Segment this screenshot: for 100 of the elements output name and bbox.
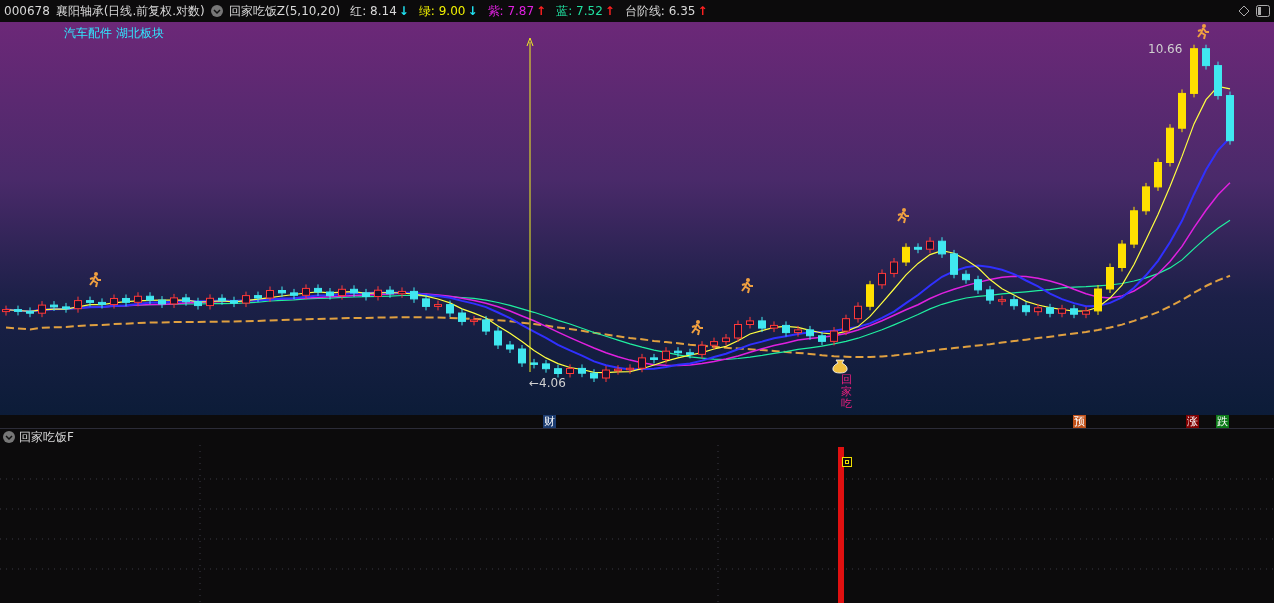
candlestick	[662, 346, 670, 364]
candlestick	[866, 280, 874, 311]
candlestick	[1034, 303, 1042, 317]
candlestick	[410, 286, 418, 304]
candlestick	[134, 291, 142, 307]
candlestick	[62, 302, 70, 314]
indicator-name: 回家吃饭Z(5,10,20)	[228, 2, 341, 20]
stock-title: 襄阳轴承(日线.前复权.对数)	[55, 2, 205, 20]
candlestick	[698, 340, 706, 359]
running-person-icon	[1197, 24, 1210, 40]
candlestick	[902, 242, 910, 267]
candlestick	[758, 316, 766, 333]
candlestick	[86, 296, 94, 307]
trend-arrow: ↓	[398, 4, 409, 18]
candlestick	[518, 344, 526, 368]
stock-code: 000678	[4, 4, 50, 18]
candlestick	[878, 268, 886, 290]
candlestick	[986, 285, 994, 305]
trend-arrow: ↑	[604, 4, 615, 18]
signal-marker: 涨	[1186, 415, 1199, 428]
candlestick	[710, 337, 718, 350]
candlestick	[122, 294, 130, 307]
trend-arrow: ↑	[697, 4, 708, 18]
candlestick	[926, 236, 934, 254]
running-person-icon	[897, 208, 910, 224]
candlestick	[254, 291, 262, 303]
candlestick	[446, 300, 454, 318]
candlestick	[1046, 303, 1054, 318]
candlestick	[542, 359, 550, 374]
candlestick	[230, 296, 238, 308]
candlestick	[1202, 44, 1210, 71]
candlestick	[590, 368, 598, 383]
candlestick	[854, 301, 862, 324]
candlestick	[602, 365, 610, 383]
candlestick	[302, 283, 310, 300]
panel-title: 回家吃饭F	[19, 428, 74, 446]
candlestick	[998, 295, 1006, 306]
indicator-value: 蓝: 7.52	[556, 2, 603, 20]
candlestick	[242, 291, 250, 308]
candlestick	[770, 320, 778, 333]
candlestick	[386, 285, 394, 299]
candlestick	[626, 363, 634, 375]
candlestick	[1082, 306, 1090, 319]
candlestick	[350, 284, 358, 298]
indicator-value: 紫: 7.87	[487, 2, 535, 20]
candlestick	[1022, 301, 1030, 317]
running-person-icon	[691, 320, 704, 336]
running-person-icon	[741, 278, 754, 294]
candlestick	[1214, 61, 1222, 101]
candlestick	[1130, 206, 1138, 249]
square-marker-icon	[842, 457, 852, 467]
candlestick	[50, 300, 58, 312]
running-person-icon	[89, 272, 102, 288]
candlestick	[194, 297, 202, 311]
indicator-value: 红: 8.14	[350, 2, 397, 20]
candlestick	[914, 242, 922, 254]
candlestick	[962, 269, 970, 285]
chevron-icon[interactable]	[3, 431, 15, 443]
candlestick	[842, 314, 850, 336]
candlestick	[2, 305, 10, 317]
low-price-label: ←4.06	[529, 376, 566, 390]
high-price-label: 10.66	[1148, 42, 1183, 56]
candlestick	[266, 286, 274, 303]
candlestick	[974, 275, 982, 295]
candlestick	[674, 346, 682, 358]
panel-toggle-icon[interactable]	[1256, 5, 1270, 17]
candlestick	[362, 288, 370, 301]
candlestick	[806, 325, 814, 341]
signal-marker: 跌	[1216, 415, 1229, 428]
candlestick	[398, 286, 406, 299]
candlestick	[158, 295, 166, 309]
indicator-value: 台阶线: 6.35	[624, 2, 696, 20]
chevron-icon[interactable]	[210, 5, 223, 17]
candlestick	[746, 316, 754, 329]
candlestick	[566, 363, 574, 378]
candlestick	[458, 308, 466, 326]
candlestick	[1106, 263, 1114, 294]
diamond-icon[interactable]	[1238, 5, 1250, 17]
trend-arrow: ↓	[467, 4, 478, 18]
candlestick	[146, 291, 154, 305]
candlestick	[1010, 295, 1018, 311]
candlestick	[890, 257, 898, 278]
candlestick	[374, 285, 382, 301]
candlestick	[830, 326, 838, 346]
candlestick	[530, 358, 538, 369]
candlestick	[290, 288, 298, 300]
candlestick	[1154, 158, 1162, 192]
candlestick	[818, 331, 826, 346]
candlestick	[470, 315, 478, 326]
candlestick	[110, 294, 118, 310]
candlestick	[1226, 91, 1234, 146]
candlestick	[98, 297, 106, 310]
signal-text: 回家吃	[841, 374, 852, 411]
candlestick	[494, 326, 502, 350]
candlestick	[1166, 123, 1174, 167]
candlestick	[26, 306, 34, 318]
candlestick	[1142, 182, 1150, 216]
candlestick	[1058, 304, 1066, 318]
candlestick	[614, 364, 622, 376]
candlestick	[722, 333, 730, 347]
